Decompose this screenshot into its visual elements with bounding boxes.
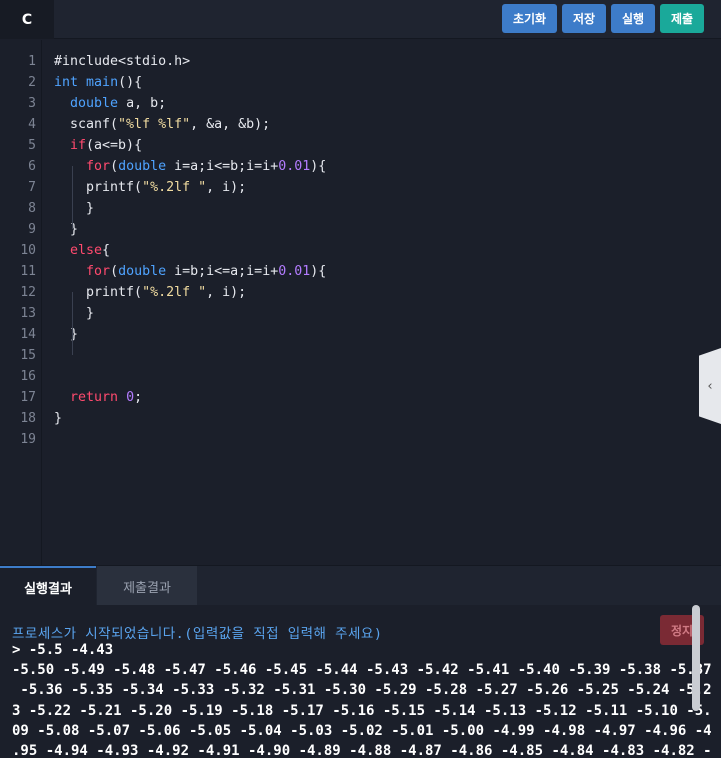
code-line: printf("%.2lf ", i); [54, 180, 247, 195]
code-line: for(double i=a;i<=b;i=i+0.01){ [86, 159, 327, 174]
line-number: 8 [28, 201, 36, 216]
line-number: 1 [28, 54, 36, 69]
line-number: 16 [20, 369, 36, 384]
line-number: 2 [28, 75, 36, 90]
line-number: 6 [28, 159, 36, 174]
line-number: 7 [28, 180, 36, 195]
run-button[interactable]: 실행 [611, 4, 655, 33]
console-output-line: .95 -4.94 -4.93 -4.92 -4.91 -4.90 -4.89 … [12, 743, 712, 758]
process-start-message: 프로세스가 시작되었습니다.(입력값을 직접 입력해 주세요) [12, 626, 383, 642]
line-number: 18 [20, 411, 36, 426]
tab-submission[interactable]: 제출결과 [97, 566, 197, 606]
code-line: } [54, 201, 95, 216]
code-line: int main(){ [54, 75, 143, 90]
line-number: 5 [28, 138, 36, 153]
indent-guide [72, 292, 73, 355]
code-line: } [54, 222, 79, 237]
collapse-panel-handle[interactable]: ‹ [699, 348, 721, 424]
code-line: if(a<=b){ [70, 138, 143, 153]
submit-button[interactable]: 제출 [660, 4, 704, 33]
console-input-line: > -5.5 -4.43 [12, 642, 114, 658]
code-editor[interactable]: 1 2 3 4 5 6 7 8 9 10 11 12 13 14 15 16 17 18 19 #include<s… [0, 40, 721, 565]
code-line: else{ [70, 243, 111, 258]
code-line: for(double i=b;i<=a;i=i+0.01){ [86, 264, 327, 279]
indent-guide [72, 166, 73, 229]
line-number: 10 [20, 243, 36, 258]
line-number: 17 [20, 390, 36, 405]
line-number: 11 [20, 264, 36, 279]
console-output-line: -5.36 -5.35 -5.34 -5.33 -5.32 -5.31 -5.3… [12, 682, 712, 698]
result-tabs: 실행결과 제출결과 [0, 565, 721, 606]
console-output-line: -5.50 -5.49 -5.48 -5.47 -5.46 -5.45 -5.4… [12, 662, 712, 678]
code-line: printf("%.2lf ", i); [54, 285, 247, 300]
editor-toolbar: C 초기화 저장 실행 제출 [0, 0, 721, 39]
line-number: 19 [20, 432, 36, 447]
code-line: scanf("%lf %lf", &a, &b); [54, 117, 271, 132]
console-scrollbar[interactable] [692, 605, 700, 711]
line-number: 15 [20, 348, 36, 363]
tab-output[interactable]: 실행결과 [0, 566, 96, 606]
code-line: } [54, 327, 79, 342]
line-number: 3 [28, 96, 36, 111]
console-output[interactable]: 프로세스가 시작되었습니다.(입력값을 직접 입력해 주세요) > -5.5 -… [0, 605, 721, 758]
code-line: double a, b; [70, 96, 167, 111]
code-line: } [54, 306, 95, 321]
console-output-line: 3 -5.22 -5.21 -5.20 -5.19 -5.18 -5.17 -5… [12, 703, 712, 719]
language-tab[interactable]: C [0, 0, 54, 39]
console-output-line: 09 -5.08 -5.07 -5.06 -5.05 -5.04 -5.03 -… [12, 723, 712, 739]
code-line: return 0; [70, 390, 143, 405]
save-button[interactable]: 저장 [562, 4, 606, 33]
chevron-left-icon: ‹ [707, 378, 713, 394]
code-line: #include<stdio.h> [54, 54, 191, 69]
reset-button[interactable]: 초기화 [502, 4, 557, 33]
code-line: } [54, 411, 63, 426]
line-number: 14 [20, 327, 36, 342]
line-number: 9 [28, 222, 36, 237]
line-number-gutter: 1 2 3 4 5 6 7 8 9 10 11 12 13 14 15 16 17 18 19 [0, 40, 42, 565]
line-number: 13 [20, 306, 36, 321]
line-number: 12 [20, 285, 36, 300]
line-number: 4 [28, 117, 36, 132]
